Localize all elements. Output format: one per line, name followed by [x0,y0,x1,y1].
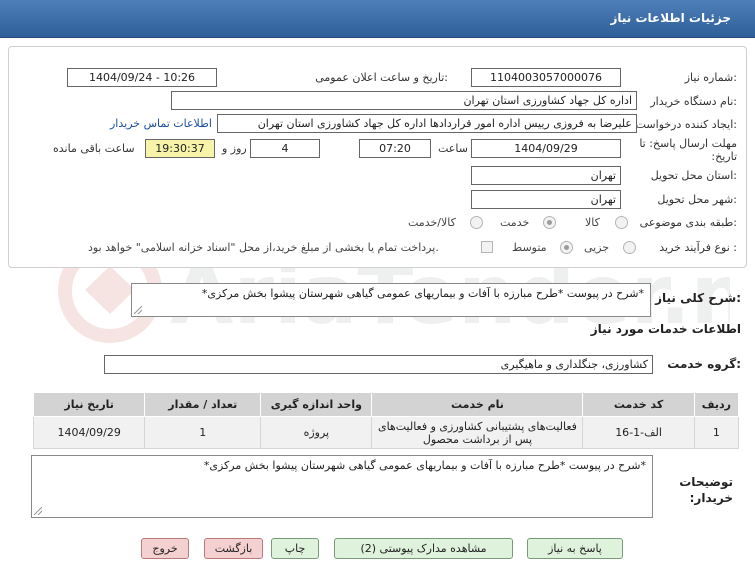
need-number-label: شماره نیاز: [684,71,737,84]
back-button[interactable]: بازگشت [204,538,263,559]
city-label: شهر محل تحویل: [657,193,737,206]
creator-label: ایجاد کننده درخواست: [635,118,737,131]
deadline-label: مهلت ارسال پاسخ: تا تاریخ: [639,137,737,163]
summary-textarea[interactable]: *شرح در پیوست *طرح مبارزه با آفات و بیما… [131,283,651,317]
deadline-time-label: ساعت [438,142,468,155]
category-radio-goods-service[interactable] [470,216,483,229]
need-number-field[interactable]: 1104003057000076 [471,68,621,87]
title-bar: جزئیات اطلاعات نیاز [0,0,755,38]
services-table-header: ردیف کد خدمت نام خدمت واحد اندازه گیری ت… [32,392,740,417]
page-title: جزئیات اطلاعات نیاز [610,11,731,25]
creator-field[interactable]: علیرضا به فروزی رییس اداره امور قرارداده… [217,114,637,133]
col-quantity: تعداد / مقدار [144,392,262,417]
print-button[interactable]: چاپ [271,538,319,559]
service-group-label: گروه خدمت: [667,357,741,371]
city-field[interactable]: تهران [471,190,621,209]
treasury-checkbox[interactable] [481,241,493,253]
buyer-notes-textarea[interactable]: *شرح در پیوست *طرح مبارزه با آفات و بیما… [31,455,653,518]
reply-to-need-button[interactable]: پاسخ به نیاز [527,538,623,559]
category-goods-service-label: کالا/خدمت [408,216,456,229]
days-label: روز و [222,142,247,155]
cell-need-date: 1404/09/29 [32,416,146,449]
resize-grip-icon[interactable] [34,507,42,515]
days-field[interactable]: 4 [250,139,320,158]
category-goods-label: کالا [585,216,600,229]
table-row[interactable]: 1 الف-1-16 فعالیت‌های پشتیبانی کشاورزی و… [32,416,740,449]
exit-button[interactable]: خروج [141,538,189,559]
view-attachments-button[interactable]: مشاهده مدارک پیوستی (2) [334,538,513,559]
buyer-contact-link[interactable]: اطلاعات تماس خریدار [110,117,212,130]
cell-service-code: الف-1-16 [582,416,695,449]
buyer-org-label: نام دستگاه خریدار: [650,95,737,108]
col-need-date: تاریخ نیاز [32,392,146,417]
services-table: ردیف کد خدمت نام خدمت واحد اندازه گیری ت… [32,392,740,449]
category-label: طبقه بندی موضوعی: [639,216,737,229]
category-radio-service[interactable] [543,216,556,229]
summary-label: شرح کلی نیاز: [655,291,741,305]
province-field[interactable]: تهران [471,166,621,185]
buyer-notes-text: *شرح در پیوست *طرح مبارزه با آفات و بیما… [203,459,646,472]
col-row-number: ردیف [693,392,740,417]
buyer-notes-label: توضیحات خریدار: [679,475,733,505]
summary-text: *شرح در پیوست *طرح مبارزه با آفات و بیما… [201,287,644,300]
col-service-code: کد خدمت [582,392,695,417]
process-minor-label: جزیی [584,241,610,254]
province-label: استان محل تحویل: [650,169,737,182]
buyer-org-field[interactable]: اداره کل جهاد کشاورزی استان تهران [171,91,637,110]
process-radio-medium[interactable] [560,241,573,254]
col-unit: واحد اندازه گیری [260,392,373,417]
service-group-field[interactable]: کشاورزی، جنگلداری و ماهیگیری [104,355,653,374]
remaining-time-field: 19:30:37 [145,139,215,158]
col-service-name: نام خدمت [371,392,584,417]
announce-date-label: تاریخ و ساعت اعلان عمومی: [315,71,448,84]
cell-service-name: فعالیت‌های پشتیبانی کشاورزی و فعالیت‌های… [371,416,584,449]
process-medium-label: متوسط [512,241,547,254]
deadline-date-field[interactable]: 1404/09/29 [471,139,621,158]
treasury-note: پرداخت تمام یا بخشی از مبلغ خرید،از محل … [88,241,439,254]
resize-grip-icon[interactable] [134,306,142,314]
category-radio-goods[interactable] [615,216,628,229]
services-section-title: اطلاعات خدمات مورد نیاز [590,322,741,336]
cell-unit: پروژه [260,416,373,449]
process-radio-minor[interactable] [623,241,636,254]
cell-row-number: 1 [693,416,740,449]
remaining-time-label: ساعت باقی مانده [53,142,135,155]
cell-quantity: 1 [144,416,262,449]
announce-date-field[interactable]: 1404/09/24 - 10:26 [67,68,217,87]
process-label: نوع فرآیند خرید : [659,241,737,254]
deadline-time-field[interactable]: 07:20 [359,139,431,158]
category-service-label: خدمت [500,216,530,229]
